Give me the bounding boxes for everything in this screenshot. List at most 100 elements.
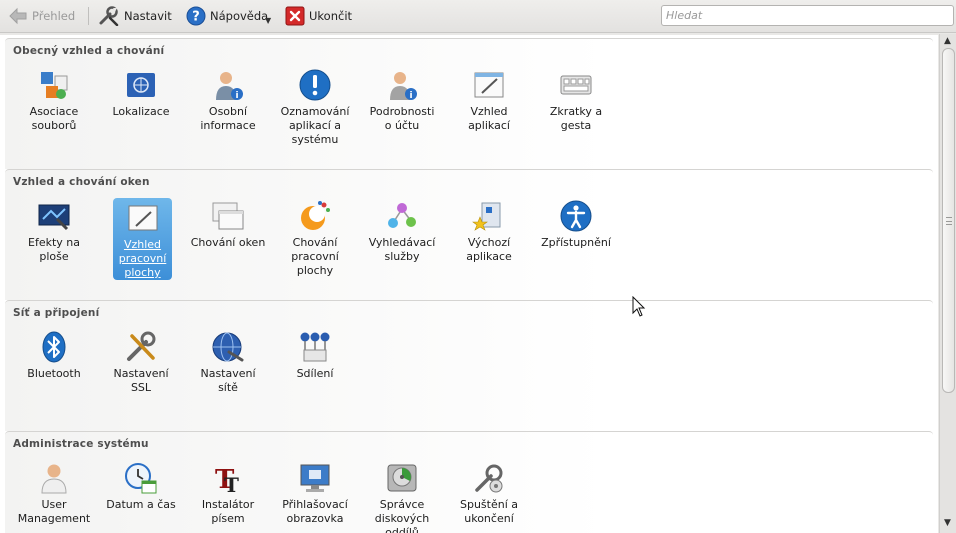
user-management-icon: [41, 464, 67, 494]
item-label: User Management: [17, 498, 91, 525]
section-window-appearance: Vzhled a chování oken Efekty na ploše Vz…: [5, 169, 933, 300]
chevron-up-icon[interactable]: ▲: [944, 36, 951, 46]
item-label: Nastavení sítě: [200, 367, 256, 394]
item-login-screen[interactable]: Přihlašovací obrazovka: [282, 458, 348, 526]
font-installer-icon: T T: [215, 465, 239, 495]
partition-manager-icon: [387, 464, 417, 492]
notification-icon: [299, 69, 331, 101]
toolbar-separator: [88, 7, 89, 25]
item-ssl-settings[interactable]: Nastavení SSL: [111, 327, 171, 395]
overview-button[interactable]: Přehled: [8, 5, 75, 27]
item-localization[interactable]: Lokalizace: [111, 65, 171, 119]
bluetooth-icon: [42, 331, 66, 363]
help-button[interactable]: ? Nápověda: [186, 5, 268, 27]
item-default-applications[interactable]: Výchozí aplikace: [459, 196, 519, 264]
item-label: Chování oken: [190, 236, 266, 249]
mouse-cursor-icon: [632, 296, 646, 317]
accessibility-icon: [560, 200, 592, 232]
settings-content: Obecný vzhled a chování Asociace souborů…: [0, 35, 938, 533]
item-account-details[interactable]: i Podrobnosti o účtu: [370, 65, 434, 133]
section-general-appearance: Obecný vzhled a chování Asociace souborů…: [5, 38, 933, 169]
toolbar: Přehled Nastavit ? Nápověda ▼ Ukončit: [0, 0, 956, 33]
item-label: Výchozí aplikace: [466, 236, 512, 263]
wrench-screwdriver-icon: [99, 6, 119, 26]
chevron-down-icon[interactable]: ▼: [265, 16, 271, 25]
search-input[interactable]: [661, 5, 954, 26]
item-label: Osobní informace: [200, 105, 256, 132]
keyboard-shortcuts-icon: [560, 75, 592, 95]
item-label: Oznamování aplikací a systému: [280, 105, 350, 146]
login-screen-icon: [300, 464, 330, 492]
user-info-icon: i: [216, 72, 243, 101]
quit-button[interactable]: Ukončit: [285, 5, 352, 27]
item-label: Vzhled pracovní plochy: [118, 238, 167, 279]
item-label: Lokalizace: [112, 105, 170, 118]
overview-label: Přehled: [32, 9, 76, 23]
help-icon: ?: [186, 6, 206, 26]
item-workspace-behavior[interactable]: Chování pracovní plochy: [285, 196, 345, 278]
item-label: Efekty na ploše: [28, 236, 80, 263]
file-associations-icon: [41, 72, 68, 99]
section-title: Síť a připojení: [13, 307, 100, 319]
item-date-time[interactable]: Datum a čas: [106, 458, 176, 512]
item-label: Spuštění a ukončení: [459, 498, 518, 525]
item-startup-shutdown[interactable]: Spuštění a ukončení: [459, 458, 519, 526]
workspace-behavior-icon: [301, 201, 330, 230]
item-bluetooth[interactable]: Bluetooth: [24, 327, 84, 381]
item-label: Instalátor písem: [201, 498, 255, 525]
item-application-appearance[interactable]: Vzhled aplikací: [459, 65, 519, 133]
vertical-scrollbar[interactable]: ▲ ▼: [939, 34, 956, 533]
section-title: Obecný vzhled a chování: [13, 45, 165, 57]
close-icon: [285, 6, 305, 26]
item-label: Vyhledávací služby: [368, 236, 436, 263]
date-time-icon: [125, 463, 157, 494]
item-desktop-effects[interactable]: Efekty na ploše: [24, 196, 84, 264]
chevron-down-icon[interactable]: ▼: [944, 518, 951, 528]
item-label: Chování pracovní plochy: [291, 236, 339, 277]
ssl-settings-icon: [127, 331, 156, 361]
item-label: Zpřístupnění: [541, 236, 611, 249]
item-search-services[interactable]: Vyhledávací služby: [369, 196, 435, 264]
svg-text:i: i: [409, 91, 412, 101]
item-font-installer[interactable]: T T Instalátor písem: [198, 458, 258, 526]
item-label: Nastavení SSL: [113, 367, 169, 394]
sharing-icon: [300, 332, 330, 362]
svg-text:?: ?: [192, 10, 200, 25]
item-label: Zkratky a gesta: [549, 105, 603, 132]
grip-icon: [946, 217, 952, 225]
startup-shutdown-icon: [475, 464, 503, 493]
section-title: Vzhled a chování oken: [13, 176, 150, 188]
workspace-appearance-icon: [128, 205, 157, 231]
default-applications-icon: [472, 202, 501, 231]
item-window-behavior[interactable]: Chování oken: [191, 196, 265, 250]
quit-label: Ukončit: [309, 9, 353, 23]
network-settings-icon: [212, 332, 244, 362]
item-partition-manager[interactable]: Správce diskových oddílů: [372, 458, 432, 533]
item-label: Sdílení: [296, 367, 334, 380]
item-sharing[interactable]: Sdílení: [285, 327, 345, 381]
configure-button[interactable]: Nastavit: [98, 5, 172, 27]
section-system-administration: Administrace systému User Management Dat…: [5, 431, 933, 533]
item-label: Vzhled aplikací: [468, 105, 510, 132]
item-label: Podrobnosti o účtu: [369, 105, 435, 132]
item-label: Asociace souborů: [29, 105, 79, 132]
item-workspace-appearance[interactable]: Vzhled pracovní plochy: [113, 198, 172, 280]
item-label: Datum a čas: [106, 498, 176, 511]
section-network: Síť a připojení Bluetooth Nastavení SSL: [5, 300, 933, 431]
section-title: Administrace systému: [13, 438, 149, 450]
item-user-management[interactable]: User Management: [18, 458, 90, 526]
item-label: Bluetooth: [27, 367, 81, 380]
item-notifications[interactable]: Oznamování aplikací a systému: [281, 65, 349, 147]
item-network-settings[interactable]: Nastavení sítě: [198, 327, 258, 395]
back-arrow-icon: [9, 7, 27, 25]
item-label: Správce diskových oddílů: [374, 498, 430, 533]
item-file-associations[interactable]: Asociace souborů: [24, 65, 84, 133]
item-personal-info[interactable]: i Osobní informace: [198, 65, 258, 133]
configure-label: Nastavit: [124, 9, 172, 23]
scrollbar-thumb[interactable]: [942, 48, 955, 393]
item-accessibility[interactable]: Zpřístupnění: [541, 196, 611, 250]
locale-flag-icon: [127, 73, 155, 97]
svg-text:T: T: [224, 473, 239, 495]
search-services-icon: [388, 203, 416, 228]
item-shortcuts-gestures[interactable]: Zkratky a gesta: [546, 65, 606, 133]
